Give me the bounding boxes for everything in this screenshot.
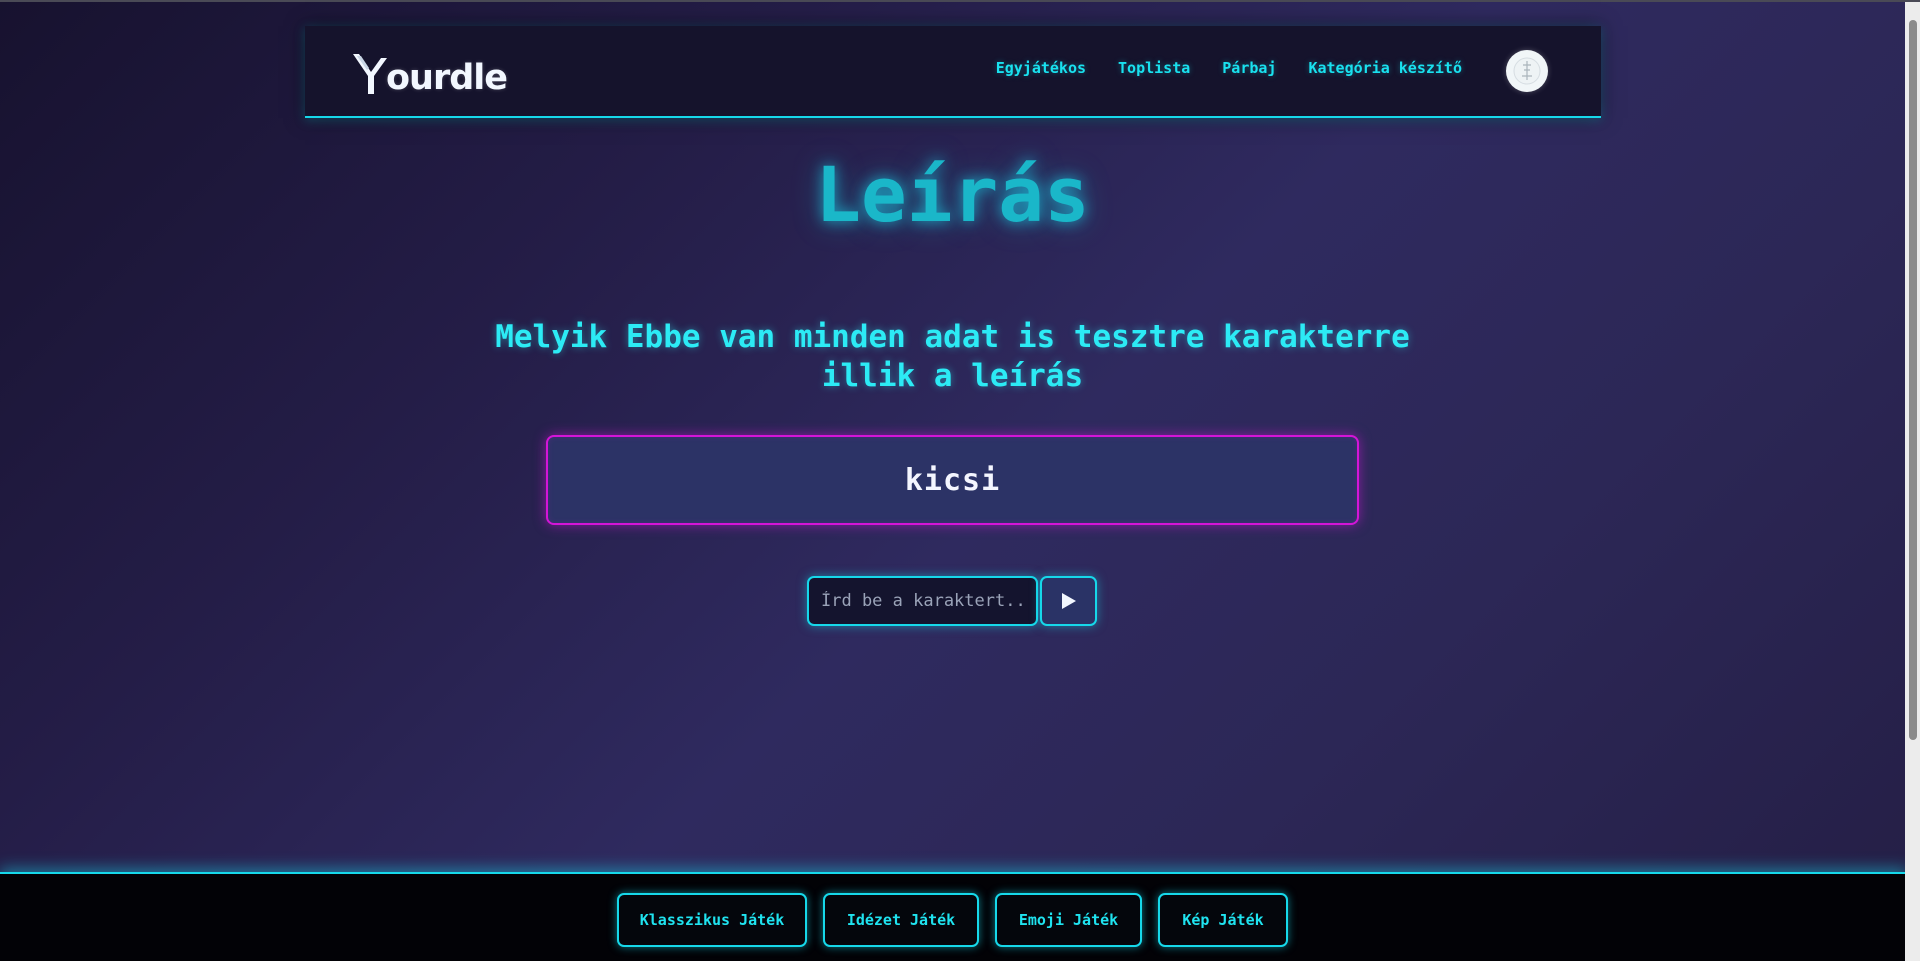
submit-guess-button[interactable] [1040, 576, 1097, 626]
nav-leaderboard[interactable]: Toplista [1118, 59, 1190, 77]
clue-box: kicsi [546, 435, 1359, 525]
question-text: Melyik Ebbe van minden adat is tesztre k… [495, 319, 1410, 394]
game-mode-footer: Klasszikus Játék Idézet Játék Emoji Játé… [0, 872, 1907, 961]
logo-text: ourdle [386, 58, 508, 98]
main-nav: Egyjátékos Toplista Párbaj Kategória kés… [996, 59, 1462, 77]
nav-singleplayer[interactable]: Egyjátékos [996, 59, 1086, 77]
play-icon [1061, 593, 1076, 609]
avatar-icon [1513, 57, 1541, 85]
nav-duel[interactable]: Párbaj [1222, 59, 1276, 77]
page-title: Leírás [815, 150, 1090, 239]
scrollbar-thumb[interactable] [1909, 20, 1917, 740]
window-top-edge [0, 0, 1920, 2]
avatar[interactable] [1506, 50, 1548, 92]
site-logo[interactable]: ourdle [351, 48, 508, 98]
classic-game-button[interactable]: Klasszikus Játék [617, 893, 807, 947]
nav-category-creator[interactable]: Kategória készítő [1308, 59, 1462, 77]
y-logo-icon [353, 54, 387, 94]
page-scrollbar[interactable] [1905, 2, 1920, 961]
emoji-game-button[interactable]: Emoji Játék [995, 893, 1142, 947]
image-game-button[interactable]: Kép Játék [1158, 893, 1288, 947]
quote-game-button[interactable]: Idézet Játék [823, 893, 979, 947]
character-guess-input[interactable] [807, 576, 1038, 626]
site-header: ourdle Egyjátékos Toplista Párbaj Kategó… [305, 26, 1601, 118]
clue-text: kicsi [904, 462, 1001, 498]
